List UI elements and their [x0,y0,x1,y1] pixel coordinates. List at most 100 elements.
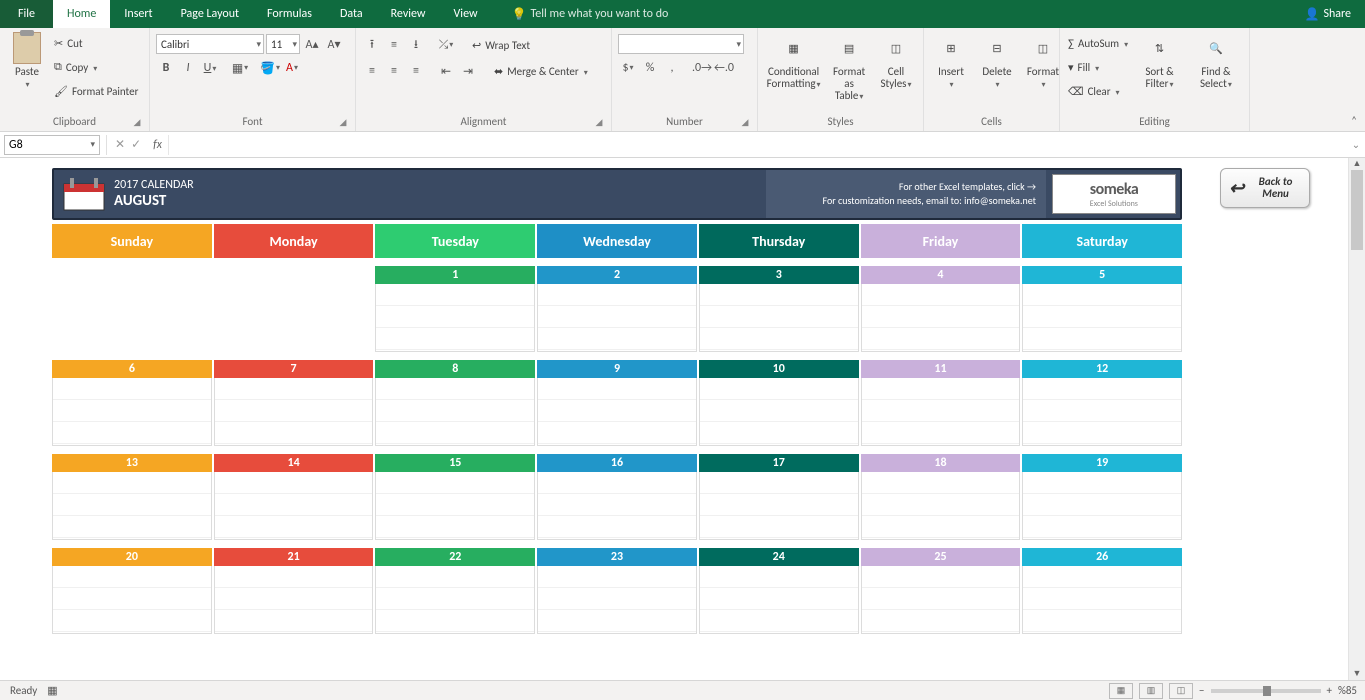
align-bottom[interactable]: ⭳ [406,35,426,55]
day-body[interactable] [375,566,535,634]
orientation-button[interactable]: ⤰ [436,35,456,55]
number-launcher[interactable]: ◢ [739,117,751,129]
align-center[interactable]: ≡ [384,61,404,81]
copy-button[interactable]: ⧉Copy [52,56,140,78]
calendar-cell[interactable]: 4 [861,266,1021,352]
alignment-launcher[interactable]: ◢ [593,117,605,129]
number-format-combo[interactable] [618,34,744,54]
zoom-level[interactable]: %85 [1338,684,1357,697]
day-body[interactable] [375,284,535,352]
conditional-formatting[interactable]: ▦Conditional Formatting [764,30,823,93]
tab-data[interactable]: Data [326,0,377,28]
calendar-cell[interactable]: 2 [537,266,697,352]
day-body[interactable] [699,472,859,540]
day-body[interactable] [699,284,859,352]
increase-indent[interactable]: ⇥ [458,61,478,81]
day-body[interactable] [375,472,535,540]
day-body[interactable] [52,378,212,446]
insert-function-button[interactable]: fx [147,138,168,152]
format-painter-button[interactable]: 🖌Format Painter [52,80,140,102]
calendar-cell[interactable]: 18 [861,454,1021,540]
day-body[interactable] [537,284,697,352]
percent-format[interactable]: % [640,58,660,78]
tab-file[interactable]: File [0,0,53,28]
wrap-text-button[interactable]: ↩Wrap Text [470,34,532,56]
enter-formula-icon[interactable]: ✓ [131,137,141,152]
view-page-layout[interactable]: ▥ [1139,683,1163,699]
day-body[interactable] [1022,566,1182,634]
find-select[interactable]: 🔍Find & Select [1189,30,1243,93]
day-body[interactable] [214,472,374,540]
calendar-cell[interactable]: 16 [537,454,697,540]
font-size-combo[interactable]: 11 [266,34,300,54]
calendar-cell[interactable]: 14 [214,454,374,540]
tell-me[interactable]: 💡Tell me what you want to do [498,0,683,28]
bold-button[interactable]: B [156,58,176,78]
scroll-thumb[interactable] [1351,170,1363,250]
format-cells[interactable]: ◫Format [1022,30,1064,93]
insert-cells[interactable]: ⊞Insert [930,30,972,93]
collapse-ribbon[interactable]: ˄ [1351,114,1357,127]
font-color-button[interactable]: A [282,58,302,78]
tab-view[interactable]: View [440,0,492,28]
day-body[interactable] [52,284,212,352]
day-body[interactable] [214,378,374,446]
zoom-out[interactable]: − [1199,684,1204,697]
calendar-cell[interactable]: 20 [52,548,212,634]
zoom-slider[interactable] [1211,689,1321,693]
scroll-up[interactable]: ▲ [1349,158,1365,170]
name-box[interactable]: G8 [4,135,100,155]
autosum-button[interactable]: ∑AutoSum [1066,32,1130,54]
day-body[interactable] [52,472,212,540]
day-body[interactable] [861,378,1021,446]
formula-input[interactable] [168,135,1347,155]
day-body[interactable] [537,378,697,446]
tab-home[interactable]: Home [53,0,110,28]
day-body[interactable] [861,566,1021,634]
clipboard-launcher[interactable]: ◢ [131,117,143,129]
cancel-formula-icon[interactable]: ✕ [115,137,125,152]
merge-center-button[interactable]: ⬌Merge & Center [492,60,590,82]
delete-cells[interactable]: ⊟Delete [976,30,1018,93]
tab-formulas[interactable]: Formulas [253,0,326,28]
tab-insert[interactable]: Insert [110,0,166,28]
calendar-cell[interactable]: 21 [214,548,374,634]
increase-decimal[interactable]: .0→ [692,58,712,78]
calendar-cell[interactable]: 22 [375,548,535,634]
scroll-down[interactable]: ▼ [1349,668,1365,680]
expand-formula-bar[interactable]: ⌄ [1347,138,1365,151]
italic-button[interactable]: I [178,58,198,78]
zoom-in[interactable]: + [1327,684,1332,697]
calendar-cell[interactable]: 13 [52,454,212,540]
vertical-scrollbar[interactable]: ▲ ▼ [1348,158,1365,680]
day-body[interactable] [375,378,535,446]
sort-filter[interactable]: ⇅Sort & Filter [1134,30,1185,93]
share-button[interactable]: 👤Share [1290,0,1365,28]
calendar-cell[interactable]: 19 [1022,454,1182,540]
font-launcher[interactable]: ◢ [337,117,349,129]
font-name-combo[interactable]: Calibri [156,34,264,54]
calendar-cell[interactable]: 15 [375,454,535,540]
tab-page-layout[interactable]: Page Layout [167,0,253,28]
someka-logo[interactable]: somekaExcel Solutions [1052,174,1176,214]
calendar-cell[interactable]: 6 [52,360,212,446]
align-middle[interactable]: ≡ [384,35,404,55]
day-body[interactable] [1022,378,1182,446]
paste-button[interactable]: Paste [6,30,48,93]
format-as-table[interactable]: ▤Format as Table [827,30,871,105]
calendar-cell[interactable]: 10 [699,360,859,446]
day-body[interactable] [1022,472,1182,540]
view-normal[interactable]: ▦ [1109,683,1133,699]
grow-font-button[interactable]: A▴ [302,34,322,54]
fill-color-button[interactable]: 🪣 [260,58,280,78]
macro-icon[interactable]: ▦ [47,684,57,697]
align-right[interactable]: ≡ [406,61,426,81]
cut-button[interactable]: ✂Cut [52,32,140,54]
shrink-font-button[interactable]: A▾ [324,34,344,54]
calendar-cell[interactable]: 12 [1022,360,1182,446]
calendar-cell[interactable] [52,266,212,352]
align-top[interactable]: ⭱ [362,35,382,55]
day-body[interactable] [861,284,1021,352]
comma-format[interactable]: , [662,58,682,78]
accounting-format[interactable]: $ [618,58,638,78]
